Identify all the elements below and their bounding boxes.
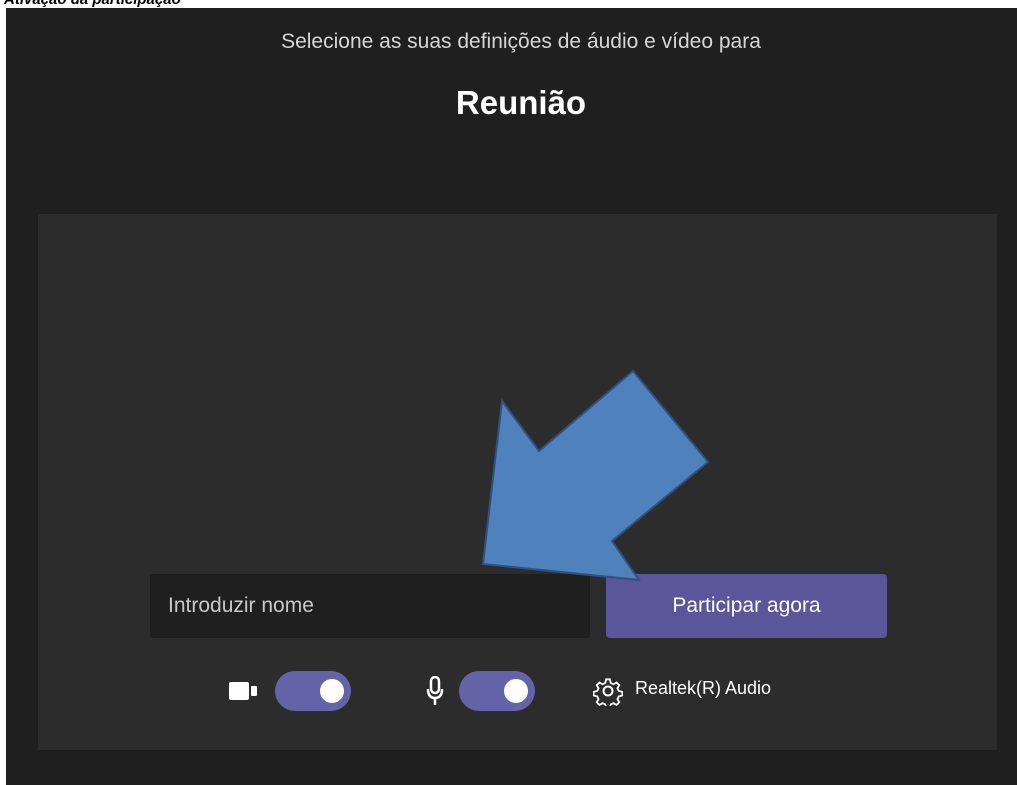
camera-toggle[interactable]: [275, 671, 351, 711]
microphone-icon: [426, 675, 444, 711]
name-input[interactable]: [150, 574, 590, 638]
microphone-toggle-knob: [504, 679, 528, 703]
audio-device-label[interactable]: Realtek(R) Audio: [635, 678, 771, 699]
av-controls-bar: Realtek(R) Audio: [38, 664, 997, 720]
join-now-button[interactable]: Participar agora: [606, 574, 887, 638]
gear-icon[interactable]: [592, 676, 624, 711]
top-caption: Ativação da participação: [4, 0, 181, 8]
dialog-subtitle: Selecione as suas definições de áudio e …: [281, 30, 761, 53]
top-caption-strip: Ativação da participação: [0, 0, 1017, 8]
camera-toggle-knob: [320, 679, 344, 703]
meeting-join-window: Selecione as suas definições de áudio e …: [6, 8, 1017, 785]
meeting-title: Reunião: [455, 84, 587, 121]
camera-icon: [229, 681, 259, 706]
video-preview-panel: Participar agora: [38, 214, 997, 750]
microphone-toggle[interactable]: [459, 671, 535, 711]
